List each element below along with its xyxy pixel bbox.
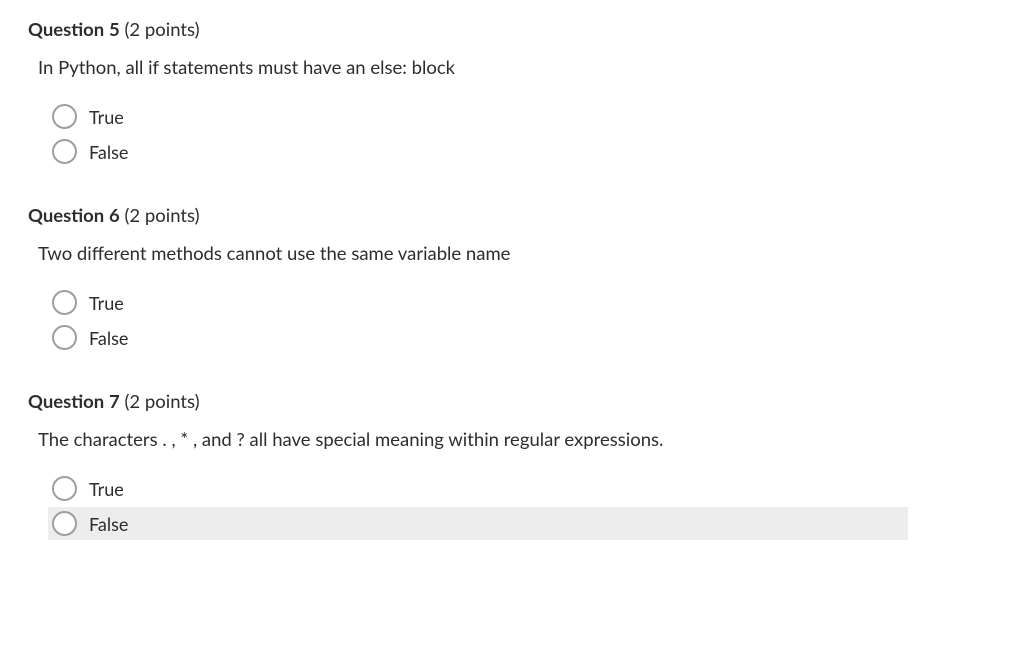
question-block-7: Question 7 (2 points) The characters . ,… [28, 390, 996, 540]
question-number: 5 [109, 18, 120, 40]
question-label: Question [28, 204, 104, 226]
question-number: 7 [109, 390, 120, 412]
question-points: (2 points) [124, 390, 199, 412]
option-false[interactable]: False [48, 135, 996, 168]
question-points: (2 points) [124, 204, 199, 226]
question-block-6: Question 6 (2 points) Two different meth… [28, 204, 996, 354]
question-label: Question [28, 18, 104, 40]
radio-icon[interactable] [52, 290, 77, 315]
options-group: True False [48, 100, 996, 168]
option-label: True [89, 478, 124, 500]
radio-icon[interactable] [52, 476, 77, 501]
question-header: Question 5 (2 points) [28, 18, 996, 40]
radio-icon[interactable] [52, 325, 77, 350]
options-group: True False [48, 472, 996, 540]
options-group: True False [48, 286, 996, 354]
question-prompt: The characters . , * , and ? all have sp… [38, 428, 996, 450]
option-label: False [89, 141, 128, 163]
question-points: (2 points) [124, 18, 199, 40]
option-false[interactable]: False [48, 321, 996, 354]
question-prompt: In Python, all if statements must have a… [38, 56, 996, 78]
option-label: True [89, 106, 124, 128]
option-true[interactable]: True [48, 100, 996, 133]
question-prompt: Two different methods cannot use the sam… [38, 242, 996, 264]
radio-icon[interactable] [52, 139, 77, 164]
question-block-5: Question 5 (2 points) In Python, all if … [28, 18, 996, 168]
option-label: False [89, 327, 128, 349]
radio-icon[interactable] [52, 104, 77, 129]
question-number: 6 [109, 204, 120, 226]
option-true[interactable]: True [48, 286, 996, 319]
radio-icon[interactable] [52, 511, 77, 536]
option-false[interactable]: False [48, 507, 908, 540]
option-label: True [89, 292, 124, 314]
question-header: Question 6 (2 points) [28, 204, 996, 226]
option-label: False [89, 513, 128, 535]
option-true[interactable]: True [48, 472, 996, 505]
question-label: Question [28, 390, 104, 412]
question-header: Question 7 (2 points) [28, 390, 996, 412]
